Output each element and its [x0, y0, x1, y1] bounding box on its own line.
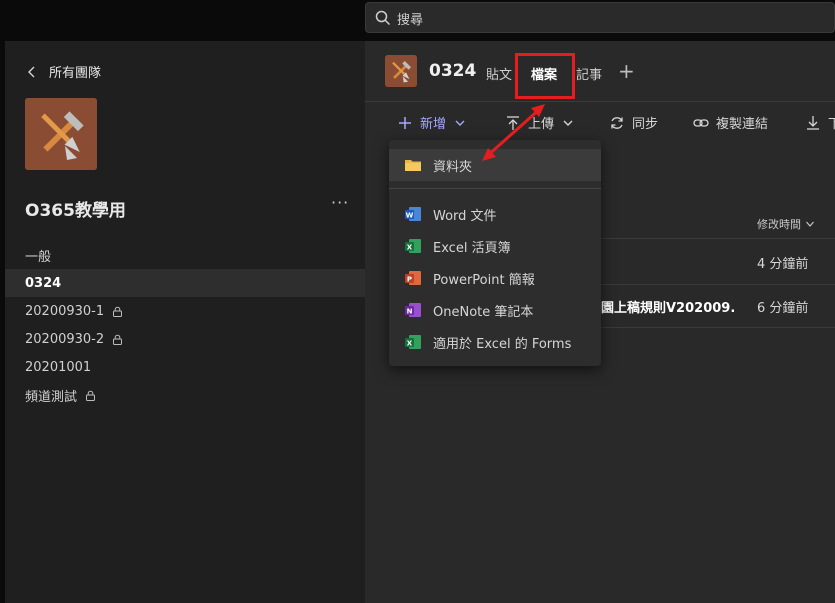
menu-item-folder[interactable]: 資料夾: [389, 149, 601, 181]
copy-link-label: 複製連結: [716, 117, 769, 132]
annotation-highlight-box: [515, 53, 575, 99]
divider: [601, 327, 835, 328]
channel-label: 20200930-2: [25, 331, 105, 347]
channel-item-20200930-1[interactable]: 20200930-1: [5, 297, 365, 325]
sync-button[interactable]: 同步: [609, 113, 658, 132]
onenote-icon: N: [405, 303, 421, 317]
svg-text:X: X: [407, 243, 413, 251]
team-name: O365教學用: [25, 201, 126, 221]
tab-notes[interactable]: 記事: [576, 64, 602, 83]
modified-column-header[interactable]: 修改時間: [757, 216, 815, 232]
channel-list: 一般 0324 20200930-1 20200930-2 20201001 頻…: [5, 241, 365, 409]
upload-label: 上傳: [528, 117, 555, 132]
menu-item-label: OneNote 筆記本: [433, 304, 534, 320]
search-placeholder: 搜尋: [397, 13, 424, 28]
channel-title: 0324: [429, 61, 477, 81]
back-to-teams[interactable]: 所有團隊: [25, 62, 101, 81]
svg-text:P: P: [407, 275, 412, 283]
chevron-down-icon: [455, 120, 465, 126]
channel-label: 20200930-1: [25, 303, 105, 319]
channel-label: 一般: [25, 249, 52, 265]
channel-label: 20201001: [25, 359, 92, 375]
channel-avatar: [385, 55, 417, 87]
lock-icon: [113, 334, 123, 345]
menu-divider: [389, 188, 601, 189]
chevron-down-icon: [563, 120, 573, 126]
menu-item-label: 適用於 Excel 的 Forms: [433, 336, 572, 352]
divider: [601, 238, 835, 239]
word-icon: W: [405, 207, 421, 221]
file-row-modified: 4 分鐘前: [757, 257, 809, 272]
download-icon: [807, 115, 819, 130]
file-row-modified: 6 分鐘前: [757, 301, 809, 316]
menu-item-excel[interactable]: X Excel 活頁簿: [389, 230, 601, 262]
sync-label: 同步: [632, 117, 659, 132]
files-toolbar: 新增 上傳 同步 複製連結 下: [365, 102, 835, 142]
folder-icon: [405, 160, 421, 171]
tab-posts[interactable]: 貼文: [486, 64, 512, 83]
new-dropdown-menu: 資料夾 W Word 文件 X Excel 活頁簿 P PowerPoint 簡…: [389, 140, 601, 366]
menu-item-excel-forms[interactable]: X 適用於 Excel 的 Forms: [389, 326, 601, 358]
download-label: 下: [828, 117, 835, 132]
link-icon: [693, 118, 709, 127]
menu-item-label: Excel 活頁簿: [433, 240, 511, 256]
tools-icon: [25, 98, 97, 170]
add-tab-button[interactable]: +: [618, 59, 635, 83]
excel-icon: X: [405, 335, 421, 349]
channel-item-20201001[interactable]: 20201001: [5, 353, 365, 381]
channel-item-0324[interactable]: 0324: [5, 269, 365, 297]
new-label: 新增: [420, 117, 447, 132]
lock-icon: [113, 306, 123, 317]
channel-label: 頻道測試: [25, 389, 78, 405]
channel-item-general[interactable]: 一般: [5, 241, 365, 269]
lock-icon: [86, 390, 96, 401]
chevron-down-icon: [806, 221, 814, 227]
download-button[interactable]: 下: [805, 113, 835, 132]
divider: [601, 284, 835, 285]
menu-item-label: 資料夾: [433, 159, 473, 175]
powerpoint-icon: P: [405, 271, 421, 285]
svg-text:W: W: [406, 211, 414, 219]
back-label: 所有團隊: [49, 66, 102, 81]
tools-icon: [385, 55, 417, 87]
upload-icon: [507, 115, 519, 130]
chevron-left-icon: [28, 66, 35, 77]
top-bar: 搜尋: [0, 0, 835, 41]
svg-text:N: N: [407, 307, 413, 315]
menu-item-word[interactable]: W Word 文件: [389, 198, 601, 230]
plus-icon: [399, 116, 411, 129]
excel-icon: X: [405, 239, 421, 253]
channel-item-20200930-2[interactable]: 20200930-2: [5, 325, 365, 353]
more-options-icon[interactable]: ···: [331, 193, 349, 212]
search-box[interactable]: 搜尋: [365, 2, 835, 33]
modified-header-label: 修改時間: [757, 218, 801, 231]
channel-item-test[interactable]: 頻道測試: [5, 381, 365, 409]
copy-link-button[interactable]: 複製連結: [693, 113, 768, 132]
menu-item-powerpoint[interactable]: P PowerPoint 簡報: [389, 262, 601, 294]
sync-icon: [611, 116, 623, 129]
menu-item-label: Word 文件: [433, 208, 497, 224]
file-row-name[interactable]: 園上稿規則V202009...: [601, 297, 735, 316]
svg-text:X: X: [407, 339, 413, 347]
search-icon: [375, 10, 391, 26]
upload-button[interactable]: 上傳: [505, 113, 581, 132]
team-avatar: [25, 98, 97, 170]
menu-item-onenote[interactable]: N OneNote 筆記本: [389, 294, 601, 326]
team-sidebar: 所有團隊 O365教學用 ··· 一般 0324 20200930-1 2020…: [5, 41, 365, 603]
channel-label: 0324: [25, 275, 62, 291]
menu-item-label: PowerPoint 簡報: [433, 272, 535, 288]
new-button[interactable]: 新增: [397, 113, 473, 132]
